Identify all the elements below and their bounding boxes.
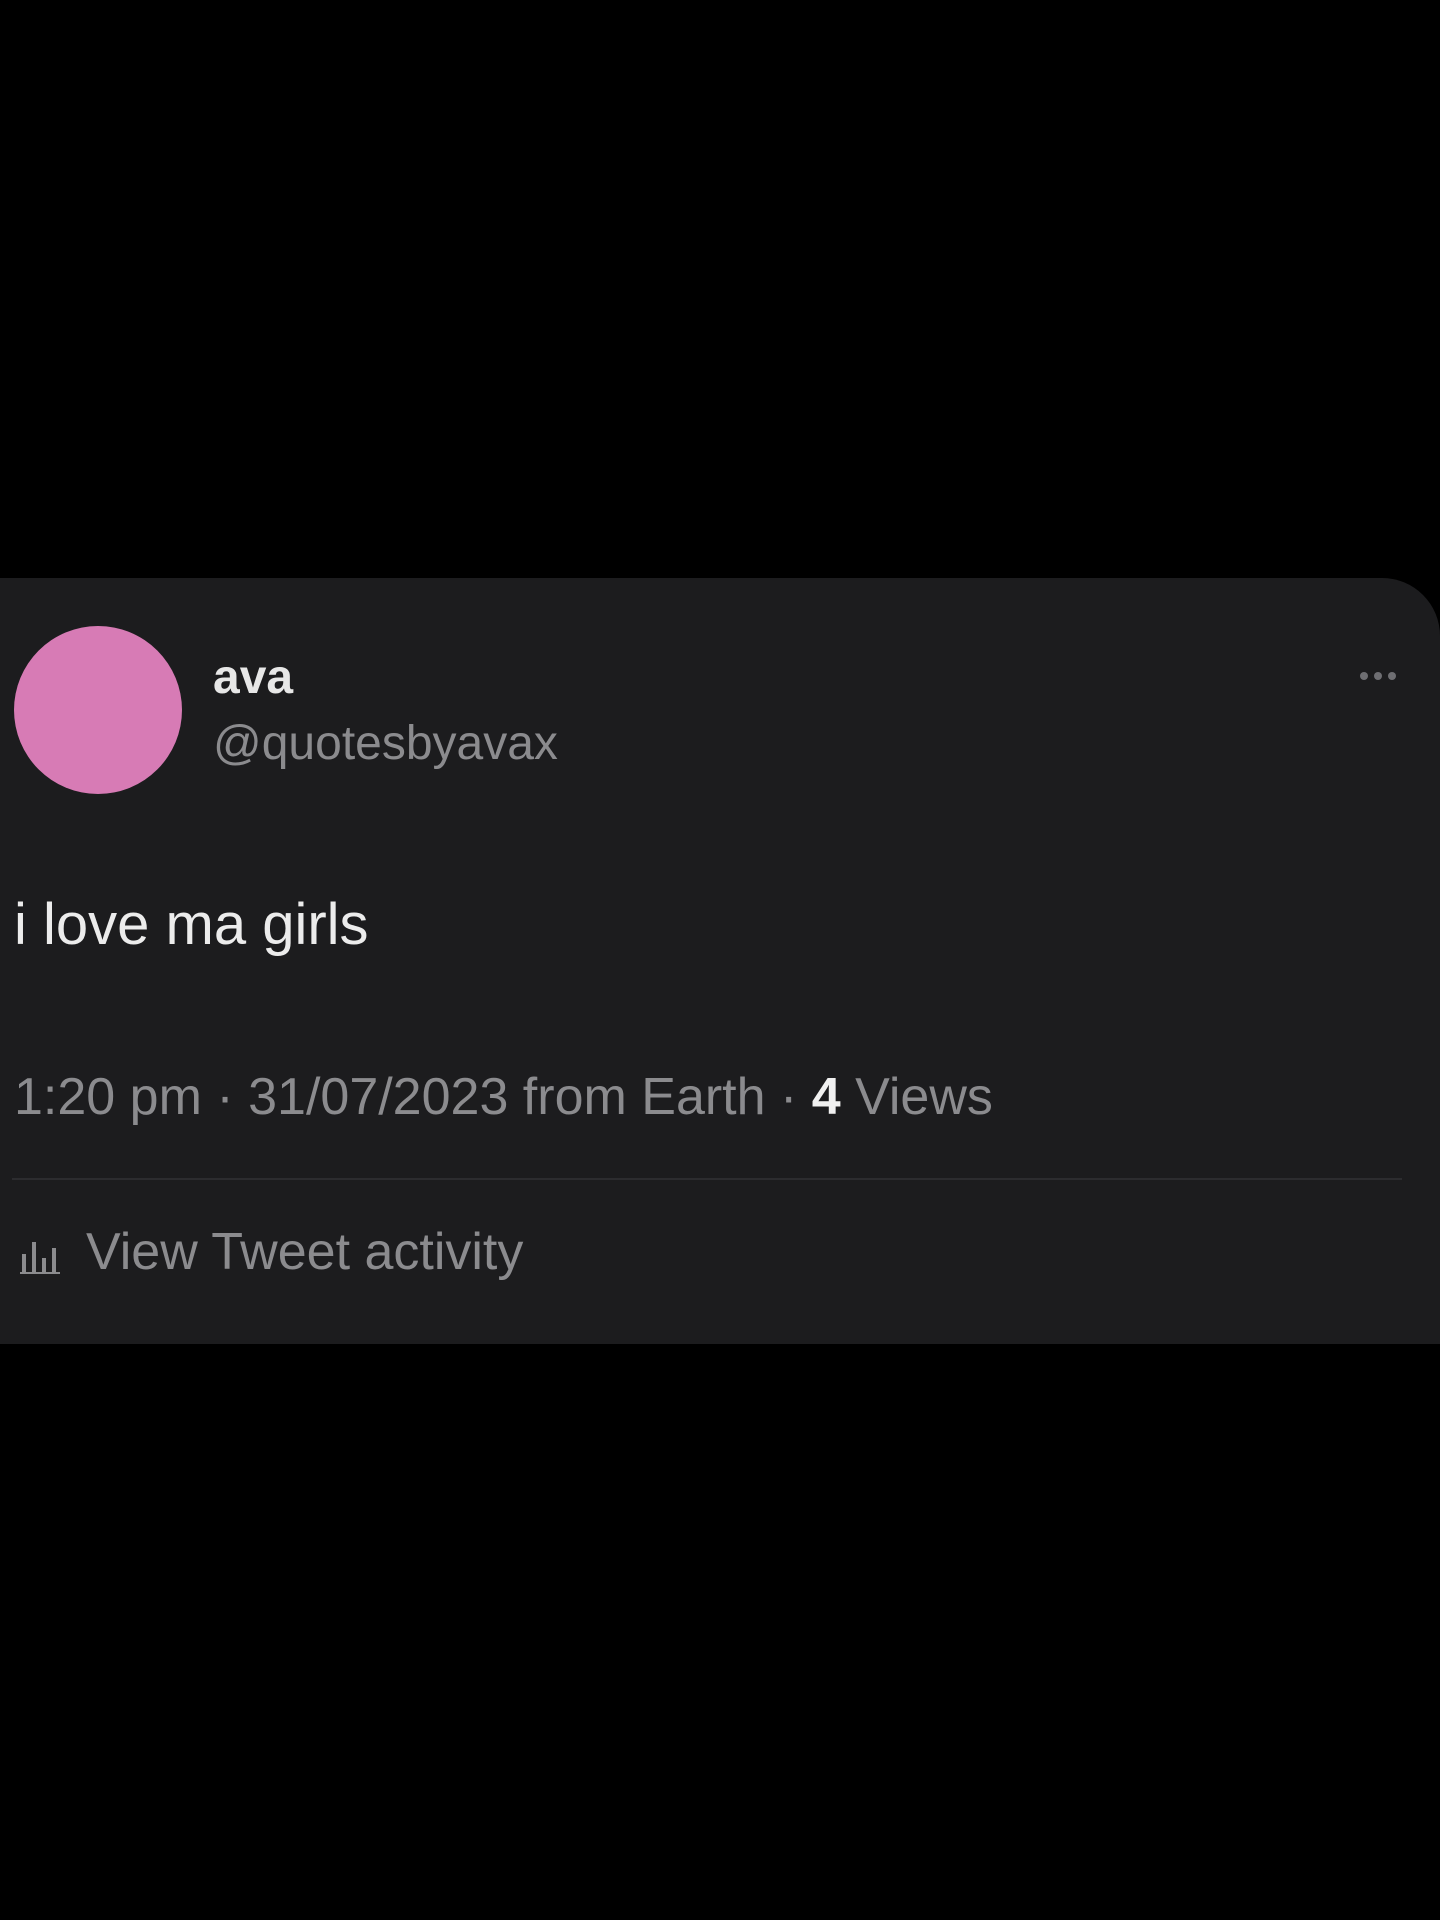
more-options-button[interactable] (1360, 666, 1396, 686)
view-tweet-activity-label: View Tweet activity (86, 1223, 524, 1281)
bar-chart-icon (20, 1242, 60, 1274)
meta-separator: · (765, 1068, 812, 1126)
more-horizontal-icon-dot (1374, 672, 1382, 680)
author-handle[interactable]: @quotesbyavax (213, 720, 558, 768)
tweet-date-location[interactable]: 31/07/2023 from Earth (248, 1068, 765, 1126)
author-display-name[interactable]: ava (213, 654, 293, 702)
tweet-text: i love ma girls (14, 892, 369, 957)
tweet-time[interactable]: 1:20 pm (14, 1068, 202, 1126)
page: ava @quotesbyavax i love ma girls 1:20 p… (0, 0, 1440, 1920)
views-count[interactable]: 4 (812, 1068, 841, 1126)
more-horizontal-icon (1360, 672, 1368, 680)
meta-separator: · (201, 1068, 249, 1126)
avatar[interactable] (14, 626, 182, 794)
divider (12, 1178, 1402, 1180)
tweet-meta: 1:20 pm · 31/07/2023 from Earth · 4 View… (14, 1071, 993, 1123)
tweet-card: ava @quotesbyavax i love ma girls 1:20 p… (0, 578, 1440, 1344)
more-horizontal-icon-dot (1388, 672, 1396, 680)
views-label[interactable]: Views (841, 1068, 993, 1126)
view-tweet-activity-button[interactable]: View Tweet activity (18, 1226, 523, 1278)
